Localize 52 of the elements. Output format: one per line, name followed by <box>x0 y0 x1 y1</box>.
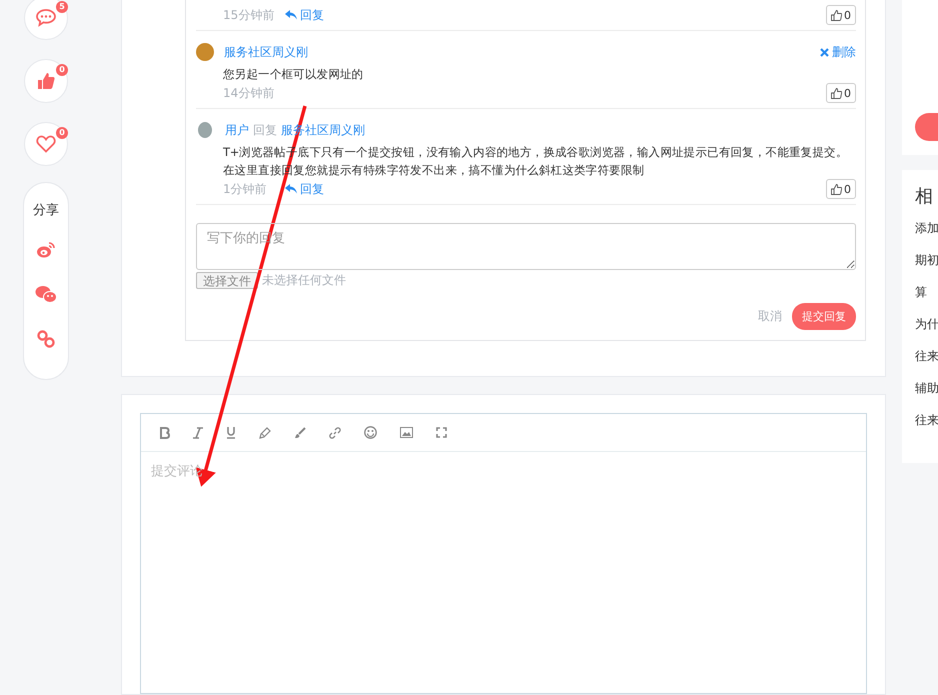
author-link[interactable]: 用户 <box>225 122 249 138</box>
count-badge: 0 <box>56 127 68 139</box>
bold-icon[interactable] <box>160 426 170 438</box>
cancel-link[interactable]: 取消 <box>758 308 782 325</box>
like-button[interactable]: 0 <box>826 5 856 25</box>
comment-time: 15分钟前 <box>223 6 276 24</box>
submit-reply-button[interactable]: 提交回复 <box>792 303 856 330</box>
wechat-icon[interactable] <box>35 285 57 304</box>
image-icon[interactable] <box>400 427 413 438</box>
related-link[interactable]: 算 <box>915 284 938 316</box>
thumbs-up-icon <box>831 10 842 20</box>
like-button[interactable]: 0 <box>826 83 856 103</box>
related-link[interactable]: 辅助 <box>915 380 938 412</box>
brush-icon[interactable] <box>294 426 306 438</box>
link-icon[interactable] <box>37 330 55 348</box>
like-action[interactable]: 0 <box>24 59 68 103</box>
link-icon[interactable] <box>329 426 341 438</box>
author-link[interactable]: 服务社区周义刚 <box>224 44 308 60</box>
italic-icon[interactable] <box>193 426 203 438</box>
smiley-icon[interactable] <box>364 426 377 439</box>
pencil-icon[interactable] <box>259 426 271 438</box>
delete-link[interactable]: 删除 <box>820 44 856 60</box>
related-title: 相 <box>915 185 934 208</box>
reply-arrow-icon <box>285 184 297 194</box>
thumbs-up-icon <box>831 184 842 194</box>
heart-icon <box>36 135 56 153</box>
reply-arrow-icon <box>285 10 297 20</box>
comment-text: 您另起一个框可以发网址的 <box>223 66 364 83</box>
weibo-icon[interactable] <box>36 241 56 259</box>
count-badge: 0 <box>56 64 68 76</box>
choose-file-button[interactable]: 选择文件 <box>196 272 258 289</box>
close-icon <box>820 48 829 56</box>
like-button[interactable]: 0 <box>826 179 856 199</box>
avatar <box>196 43 214 61</box>
reply-label: 回复 <box>253 122 277 138</box>
related-link[interactable]: 期初 <box>915 252 938 284</box>
avatar <box>198 122 212 138</box>
thumbs-up-icon <box>831 88 842 98</box>
comment-action[interactable]: 5 <box>24 0 68 40</box>
speech-bubble-icon <box>36 9 56 27</box>
count-badge: 5 <box>56 1 68 13</box>
thumbs-up-icon <box>37 72 55 90</box>
related-link[interactable]: 添加 <box>915 220 938 252</box>
reply-link[interactable]: 回复 <box>285 6 324 24</box>
reply-link[interactable]: 回复 <box>285 180 324 198</box>
comment-time: 1分钟前 <box>223 180 268 198</box>
share-label: 分享 <box>33 202 59 219</box>
comment-time: 14分钟前 <box>223 84 276 102</box>
file-status: 未选择任何文件 <box>262 272 346 289</box>
fullscreen-icon[interactable] <box>436 427 447 438</box>
favorite-action[interactable]: 0 <box>24 122 68 166</box>
underline-icon[interactable] <box>226 426 236 438</box>
